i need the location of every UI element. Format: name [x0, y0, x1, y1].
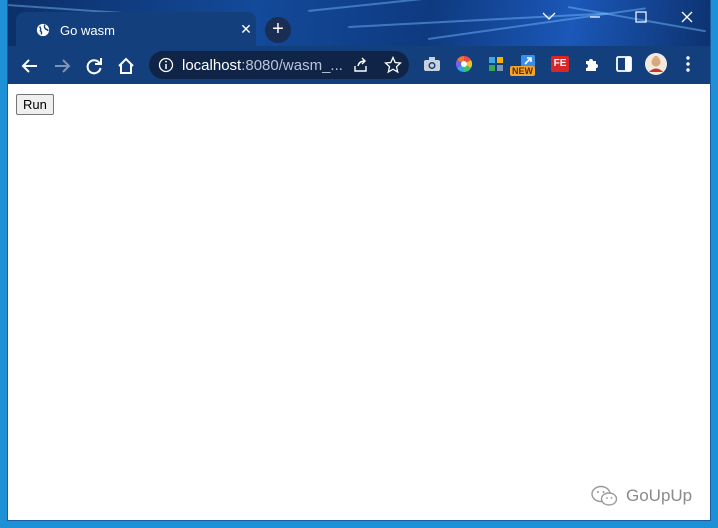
- url-path: :8080/wasm_...: [241, 57, 343, 74]
- page-content: Run GoUpUp: [8, 84, 710, 520]
- forward-arrow-icon[interactable]: [48, 52, 76, 80]
- address-bar[interactable]: localhost:8080/wasm_...: [149, 51, 409, 79]
- extensions-icon[interactable]: [580, 52, 604, 76]
- share-icon[interactable]: [352, 57, 370, 73]
- puzzle-blocks-icon[interactable]: [484, 52, 508, 76]
- close-window-icon[interactable]: [664, 2, 710, 30]
- home-icon[interactable]: [112, 52, 140, 80]
- wechat-icon: [591, 485, 618, 506]
- watermark-text: GoUpUp: [626, 486, 693, 505]
- chevron-down-icon[interactable]: [526, 2, 572, 30]
- fe-icon[interactable]: FE: [548, 52, 572, 76]
- url-host: localhost: [182, 57, 242, 74]
- toolbar: localhost:8080/wasm_... NEW FE: [8, 46, 710, 84]
- url-text[interactable]: localhost:8080/wasm_...: [182, 57, 343, 74]
- close-icon[interactable]: ✕: [238, 21, 254, 37]
- arrow-new-icon[interactable]: NEW: [510, 52, 540, 76]
- back-arrow-icon[interactable]: [16, 52, 44, 80]
- fe-label: FE: [551, 56, 569, 72]
- menu-icon[interactable]: [676, 52, 700, 76]
- avatar[interactable]: [644, 52, 668, 76]
- new-badge: NEW: [510, 66, 535, 76]
- run-button[interactable]: Run: [16, 94, 54, 115]
- browser-window: Go wasm ✕ + localhost:8080/wasm_... NEW …: [8, 0, 710, 520]
- tab-go-wasm[interactable]: Go wasm ✕: [16, 12, 256, 46]
- color-wheel-icon[interactable]: [452, 52, 476, 76]
- star-icon[interactable]: [384, 56, 402, 74]
- new-tab-button[interactable]: +: [265, 17, 291, 43]
- side-panel-icon[interactable]: [612, 52, 636, 76]
- tab-title: Go wasm: [60, 23, 115, 38]
- maximize-icon[interactable]: [618, 2, 664, 30]
- camera-icon[interactable]: [420, 52, 444, 76]
- minimize-icon[interactable]: [572, 2, 618, 30]
- globe-icon: [36, 23, 50, 37]
- watermark: GoUpUp: [590, 484, 692, 508]
- info-icon[interactable]: [158, 57, 174, 73]
- reload-icon[interactable]: [80, 52, 108, 80]
- title-bar[interactable]: Go wasm ✕ +: [8, 0, 710, 46]
